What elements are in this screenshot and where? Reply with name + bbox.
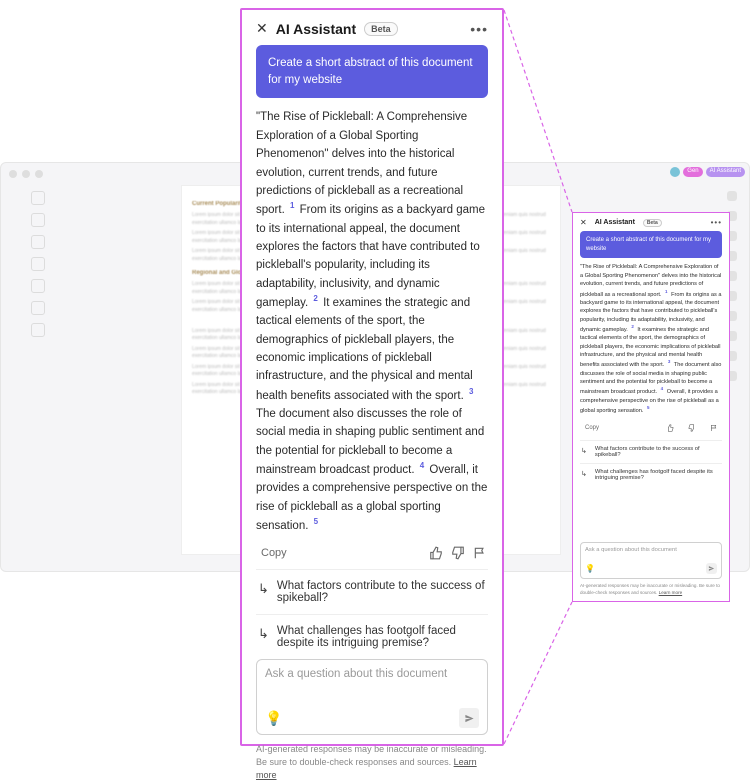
copy-button[interactable]: Copy [580,425,599,431]
suggestion-text: What challenges has footgolf faced despi… [277,625,486,649]
panel-title: AI Assistant [595,219,635,226]
citation-2[interactable]: 2 [631,324,634,331]
citation-1[interactable]: 1 [665,289,668,296]
citation-1[interactable]: 1 [290,200,294,213]
ai-assistant-panel-thumbnail: ✕ AI Assistant Beta ••• Create a short a… [572,212,730,602]
thumbs-down-icon [451,546,465,560]
suggestion-arrow-icon: ↳ [258,627,269,640]
assistant-answer: "The Rise of Pickleball: A Comprehensive… [580,263,722,415]
send-button[interactable] [459,708,479,728]
suggested-question-2[interactable]: ↳ What challenges has footgolf faced des… [256,614,488,659]
answer-seg-3: It examines the strategic and tactical e… [256,297,473,402]
thumbs-up-button[interactable] [428,545,444,561]
input-placeholder: Ask a question about this document [265,668,479,698]
suggestion-arrow-icon: ↳ [258,582,269,595]
answer-seg-2: From its origins as a backyard game to i… [256,204,485,309]
header-right-pills: GenAI Assistant [670,167,745,177]
flag-icon [473,546,487,560]
user-prompt: Create a short abstract of this document… [256,45,488,98]
citation-5[interactable]: 5 [314,516,318,529]
suggested-question-2[interactable]: ↳ What challenges has footgolf faced des… [580,463,722,486]
user-prompt: Create a short abstract of this document… [580,231,722,258]
send-button[interactable] [706,563,717,574]
answer-actions: Copy [256,545,488,561]
suggested-question-1[interactable]: ↳ What factors contribute to the success… [580,440,722,463]
citation-3[interactable]: 3 [668,359,671,366]
window-traffic-lights [9,170,43,178]
disclaimer-text: AI-generated responses may be inaccurate… [256,744,487,767]
suggested-question-1[interactable]: ↳ What factors contribute to the success… [256,569,488,614]
close-icon[interactable]: ✕ [580,218,587,227]
beta-badge: Beta [643,219,662,227]
citation-4[interactable]: 4 [661,386,664,393]
thumbs-down-button[interactable] [450,545,466,561]
panel-title: AI Assistant [276,21,356,37]
citation-3[interactable]: 3 [469,386,473,399]
ai-assistant-panel: ✕ AI Assistant Beta ••• Create a short a… [240,8,504,746]
thumbs-up-button[interactable] [662,420,678,436]
more-menu-icon[interactable]: ••• [711,218,722,227]
suggestion-text: What factors contribute to the success o… [277,580,486,604]
send-icon [464,713,475,724]
disclaimer: AI-generated responses may be inaccurate… [256,743,488,781]
more-menu-icon[interactable]: ••• [470,21,488,37]
answer-seg-1: "The Rise of Pickleball: A Comprehensive… [256,111,467,216]
panel-header: ✕ AI Assistant Beta ••• [256,20,488,37]
learn-more-link[interactable]: Learn more [659,590,683,595]
assistant-answer: "The Rise of Pickleball: A Comprehensive… [256,108,488,535]
report-button[interactable] [472,545,488,561]
left-toolbar [31,191,47,337]
thumbs-up-icon [429,546,443,560]
copy-label: Copy [261,547,287,559]
copy-button[interactable]: Copy [256,547,287,559]
lightbulb-icon[interactable]: 💡 [265,710,282,727]
close-icon[interactable]: ✕ [256,20,268,37]
citation-2[interactable]: 2 [313,293,317,306]
beta-badge: Beta [364,22,398,36]
lightbulb-icon[interactable]: 💡 [585,564,595,573]
thumbs-down-button[interactable] [684,420,700,436]
citation-4[interactable]: 4 [420,460,424,473]
citation-5[interactable]: 5 [647,405,650,412]
question-input[interactable]: Ask a question about this document 💡 [256,659,488,735]
question-input[interactable]: Ask a question about this document 💡 [580,542,722,579]
report-button[interactable] [706,420,722,436]
disclaimer: AI-generated responses may be inaccurate… [580,583,722,596]
